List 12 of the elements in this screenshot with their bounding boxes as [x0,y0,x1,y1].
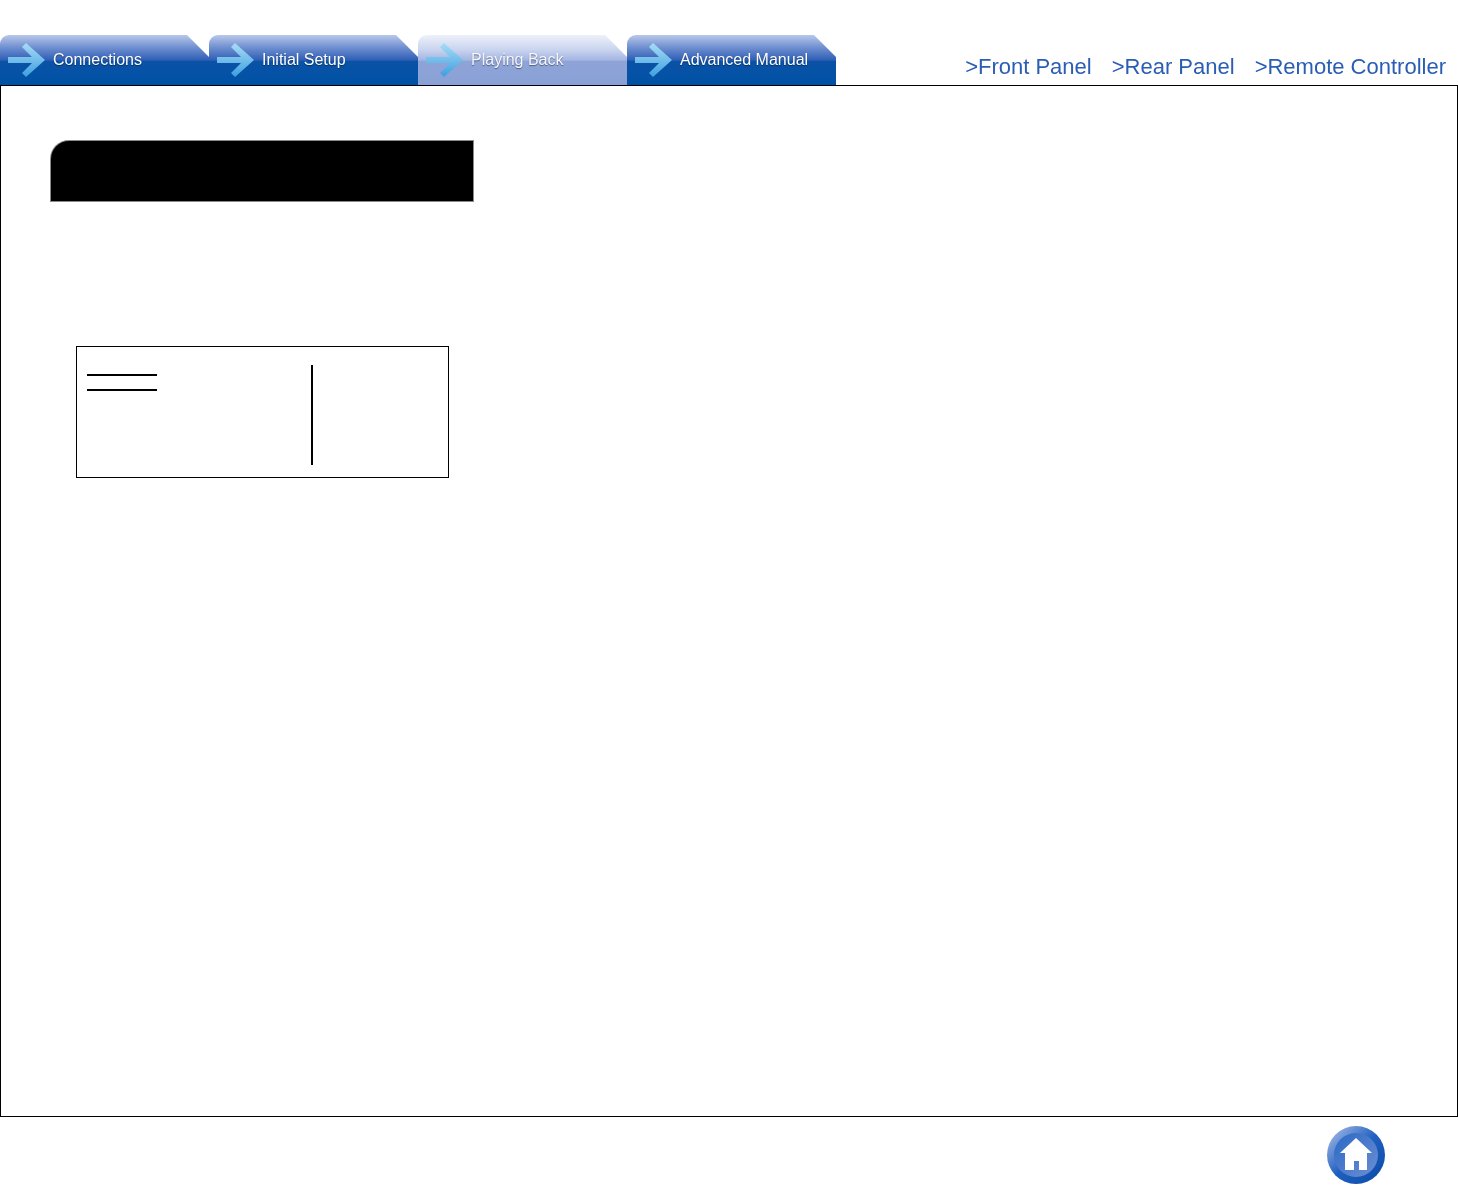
arrow-icon [8,43,45,77]
tab[interactable]: Advanced Manual [627,35,836,85]
arrow-icon [426,43,463,77]
nav-link[interactable]: >Rear Panel [1111,54,1235,80]
nav-link[interactable]: >Front Panel [965,54,1092,80]
arrow-icon [217,43,254,77]
tab[interactable]: Initial Setup [209,35,418,85]
tab[interactable]: Connections [0,35,209,85]
arrow-icon [635,43,672,77]
nav-link[interactable]: >Remote Controller [1254,54,1446,80]
home-icon [1327,1126,1385,1184]
home-button[interactable] [1327,1126,1385,1184]
